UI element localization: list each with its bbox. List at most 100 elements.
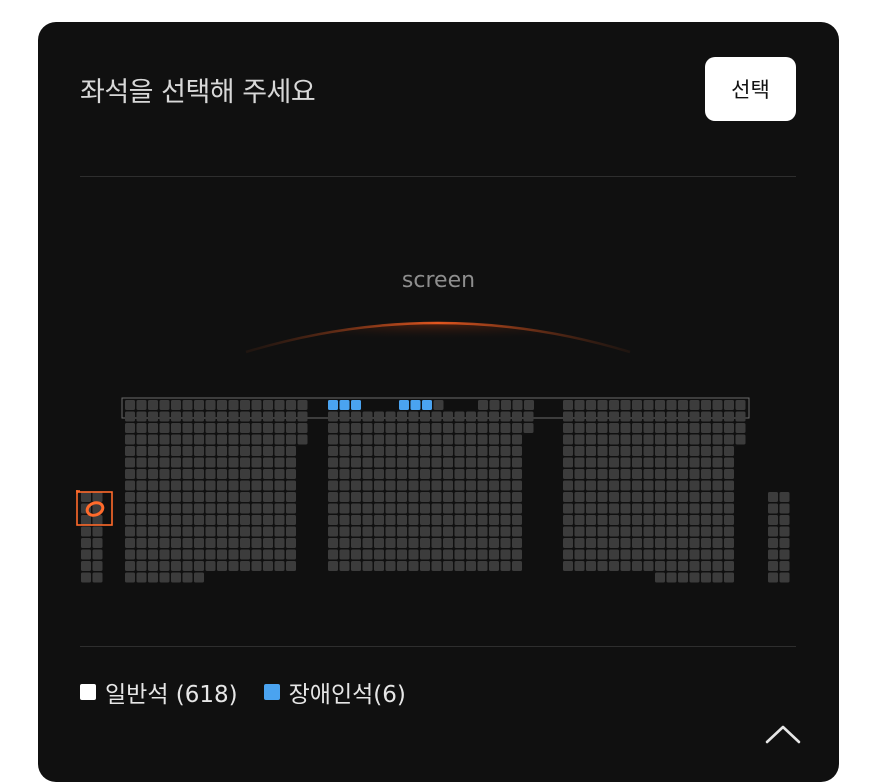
seat[interactable] (182, 480, 193, 491)
seat[interactable] (477, 434, 488, 445)
seat[interactable] (701, 538, 711, 548)
seat[interactable] (655, 434, 665, 445)
seat[interactable] (574, 434, 585, 445)
seat[interactable] (500, 434, 511, 445)
seat[interactable] (689, 457, 700, 468)
seat[interactable] (701, 411, 711, 422)
seat[interactable] (374, 469, 384, 479)
seat[interactable] (643, 469, 654, 479)
seat[interactable] (251, 400, 262, 410)
seat[interactable] (148, 549, 158, 560)
seat[interactable] (159, 503, 170, 514)
seat[interactable] (274, 526, 285, 537)
seat[interactable] (609, 561, 619, 571)
seat[interactable] (228, 434, 239, 445)
seat[interactable] (632, 492, 642, 502)
seat[interactable] (362, 423, 373, 433)
seat[interactable] (643, 423, 654, 433)
seat[interactable] (586, 526, 596, 537)
seat[interactable] (182, 561, 193, 571)
seat[interactable] (597, 549, 608, 560)
seat[interactable] (678, 561, 688, 571)
seat[interactable] (159, 515, 170, 525)
seat[interactable] (632, 400, 642, 410)
seat[interactable] (159, 469, 170, 479)
seat[interactable] (666, 480, 677, 491)
seat[interactable] (274, 411, 285, 422)
seat[interactable] (194, 434, 204, 445)
seat[interactable] (712, 515, 723, 525)
seat[interactable] (443, 457, 453, 468)
seat[interactable] (701, 423, 711, 433)
seat[interactable] (351, 434, 361, 445)
seat[interactable] (678, 423, 688, 433)
seat[interactable] (620, 503, 631, 514)
seat[interactable] (125, 480, 135, 491)
seat[interactable] (148, 457, 158, 468)
seat[interactable] (374, 526, 384, 537)
seat[interactable] (217, 515, 227, 525)
seat[interactable] (443, 469, 453, 479)
seat[interactable] (397, 480, 407, 491)
seat[interactable] (466, 492, 476, 502)
seat[interactable] (500, 423, 511, 433)
seat[interactable] (712, 469, 723, 479)
seat[interactable] (339, 503, 350, 514)
seat[interactable] (351, 526, 361, 537)
seat[interactable] (136, 469, 147, 479)
seat[interactable] (205, 526, 216, 537)
seat[interactable] (632, 515, 642, 525)
seat[interactable] (171, 400, 181, 410)
seat[interactable] (643, 526, 654, 537)
seat[interactable] (586, 457, 596, 468)
seat[interactable] (678, 572, 688, 583)
seat[interactable] (701, 446, 711, 456)
seat[interactable] (443, 434, 453, 445)
seat[interactable] (431, 549, 442, 560)
seat[interactable] (263, 457, 273, 468)
seat[interactable] (431, 469, 442, 479)
seat[interactable] (274, 561, 285, 571)
seat[interactable] (712, 411, 723, 422)
seat[interactable] (433, 400, 444, 410)
seat[interactable] (689, 434, 700, 445)
seat[interactable] (489, 549, 499, 560)
seat[interactable] (466, 503, 476, 514)
seat[interactable] (408, 411, 419, 422)
seat[interactable] (586, 480, 596, 491)
seat[interactable] (240, 492, 250, 502)
seat[interactable] (655, 457, 665, 468)
seat[interactable] (666, 526, 677, 537)
seat[interactable] (385, 538, 396, 548)
seat[interactable] (286, 480, 296, 491)
seat[interactable] (489, 515, 499, 525)
seat[interactable] (643, 457, 654, 468)
seat[interactable] (171, 469, 181, 479)
seat[interactable] (136, 561, 147, 571)
seat[interactable] (512, 400, 523, 410)
seat[interactable] (620, 492, 631, 502)
seat[interactable] (500, 526, 511, 537)
seat[interactable] (477, 411, 488, 422)
seat[interactable] (194, 480, 204, 491)
seat[interactable] (632, 411, 642, 422)
seat[interactable] (408, 526, 419, 537)
seat[interactable] (597, 503, 608, 514)
seat[interactable] (712, 561, 723, 571)
seat[interactable] (512, 457, 522, 468)
seat[interactable] (512, 434, 522, 445)
seat[interactable] (274, 423, 285, 433)
seat[interactable] (408, 561, 419, 571)
seat[interactable] (81, 561, 91, 571)
seat[interactable] (454, 503, 465, 514)
seat[interactable] (397, 492, 407, 502)
seat[interactable] (251, 538, 262, 548)
seat[interactable] (362, 457, 373, 468)
seat[interactable] (779, 503, 790, 514)
seat[interactable] (443, 423, 453, 433)
seat[interactable] (609, 411, 619, 422)
seat[interactable] (159, 549, 170, 560)
seat[interactable] (374, 411, 384, 422)
seat[interactable] (339, 411, 350, 422)
seat[interactable] (194, 492, 204, 502)
